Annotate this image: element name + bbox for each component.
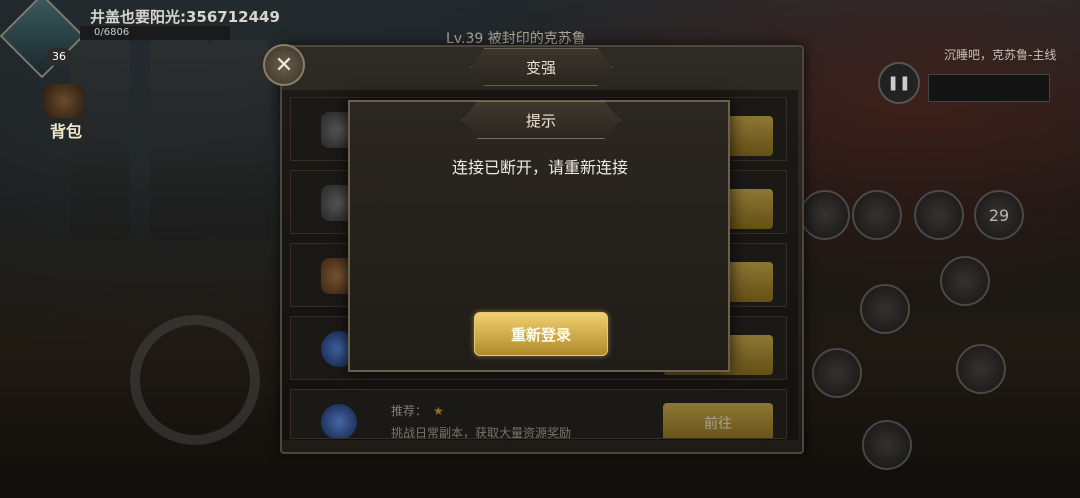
- dialog-title: 提示: [525, 111, 556, 130]
- movement-joystick[interactable]: [130, 315, 260, 445]
- panel-title-tab: 变强: [470, 48, 612, 86]
- pillar-decor: [210, 40, 270, 240]
- bag-label[interactable]: 背包: [50, 118, 82, 142]
- skill-button[interactable]: [860, 284, 910, 334]
- boss-health-bar: [928, 74, 1050, 102]
- close-icon: ✕: [274, 52, 294, 78]
- boss-title: 沉睡吧，克苏鲁-主线: [944, 48, 1057, 62]
- skill-button[interactable]: [800, 190, 850, 240]
- skill-button[interactable]: [862, 420, 912, 470]
- cooldown-text: 29: [988, 205, 1010, 225]
- pause-button[interactable]: ❚❚: [878, 62, 920, 104]
- bag-icon[interactable]: [44, 84, 84, 118]
- player-name: 井盖也要阳光:356712449: [90, 8, 280, 26]
- close-button[interactable]: ✕: [263, 44, 305, 86]
- dialog-message: 连接已断开，请重新连接: [451, 158, 628, 177]
- relogin-button[interactable]: 重新登录: [474, 312, 608, 356]
- pillar-decor: [150, 40, 210, 240]
- relogin-button-label: 重新登录: [510, 325, 571, 344]
- pause-icon: ❚❚: [887, 75, 911, 91]
- dialog-title-tab: 提示: [462, 101, 620, 139]
- skill-button[interactable]: [940, 256, 990, 306]
- skill-button[interactable]: [914, 190, 964, 240]
- panel-title: 变强: [525, 58, 556, 77]
- exp-bar: 0/6806: [80, 26, 230, 40]
- player-level: 36: [46, 48, 72, 66]
- skill-button[interactable]: [956, 344, 1006, 394]
- skill-cooldown-button[interactable]: 29: [974, 190, 1024, 240]
- skill-button[interactable]: [852, 190, 902, 240]
- skill-button[interactable]: [812, 348, 862, 398]
